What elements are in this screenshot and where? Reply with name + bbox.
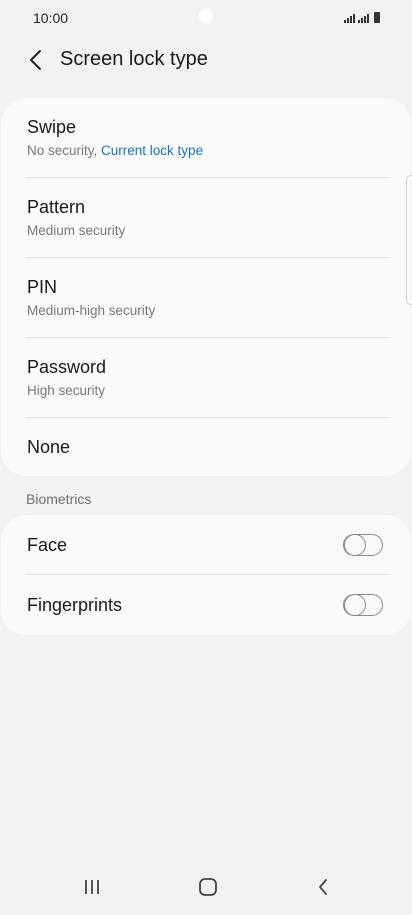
option-subtitle-prefix: No security, [27, 143, 102, 158]
home-button[interactable] [188, 872, 228, 902]
lock-option-swipe[interactable]: Swipe No security, Current lock type [1, 98, 411, 178]
nav-back-button[interactable] [303, 872, 343, 902]
option-subtitle: Medium security [27, 223, 126, 238]
status-time: 10:00 [33, 10, 69, 26]
lock-type-list: Swipe No security, Current lock type Pat… [1, 98, 411, 476]
home-icon [199, 878, 217, 896]
back-icon [319, 879, 327, 895]
biometrics-section-label: Biometrics [26, 491, 92, 507]
status-icons [344, 11, 380, 23]
status-bar: 10:00 [0, 0, 412, 36]
cell-signal-icon [358, 14, 369, 23]
biometric-fingerprints[interactable]: Fingerprints [1, 575, 411, 635]
navigation-bar [0, 860, 412, 915]
option-subtitle: No security, Current lock type [27, 143, 203, 158]
wifi-signal-icon [344, 14, 355, 23]
biometrics-list: Face Fingerprints [1, 515, 411, 635]
option-title: Swipe [27, 117, 77, 137]
app-bar: Screen lock type [0, 38, 412, 84]
lock-option-none[interactable]: None [1, 418, 411, 476]
camera-cutout [199, 9, 213, 23]
face-toggle[interactable] [343, 533, 383, 556]
option-subtitle: Medium-high security [27, 303, 156, 318]
option-title: Password [27, 357, 107, 377]
chevron-left-icon [30, 50, 41, 70]
current-lock-type-label: Current lock type [101, 143, 204, 158]
recents-icon [85, 880, 99, 894]
recents-button[interactable] [72, 872, 112, 902]
page-title: Screen lock type [60, 48, 208, 70]
toggle-knob [344, 533, 366, 556]
toggle-knob [344, 593, 366, 616]
back-button[interactable] [22, 46, 50, 74]
option-title: Pattern [27, 197, 86, 217]
option-title: PIN [27, 277, 58, 297]
fingerprints-toggle[interactable] [343, 593, 383, 616]
biometric-title: Fingerprints [27, 595, 123, 615]
battery-icon [374, 12, 380, 23]
lock-option-password[interactable]: Password High security [1, 338, 411, 418]
scroll-indicator[interactable] [406, 175, 412, 305]
option-title: None [27, 437, 71, 457]
option-subtitle: High security [27, 383, 106, 398]
lock-option-pattern[interactable]: Pattern Medium security [1, 178, 411, 258]
biometric-title: Face [27, 535, 68, 555]
lock-option-pin[interactable]: PIN Medium-high security [1, 258, 411, 338]
biometric-face[interactable]: Face [1, 515, 411, 575]
